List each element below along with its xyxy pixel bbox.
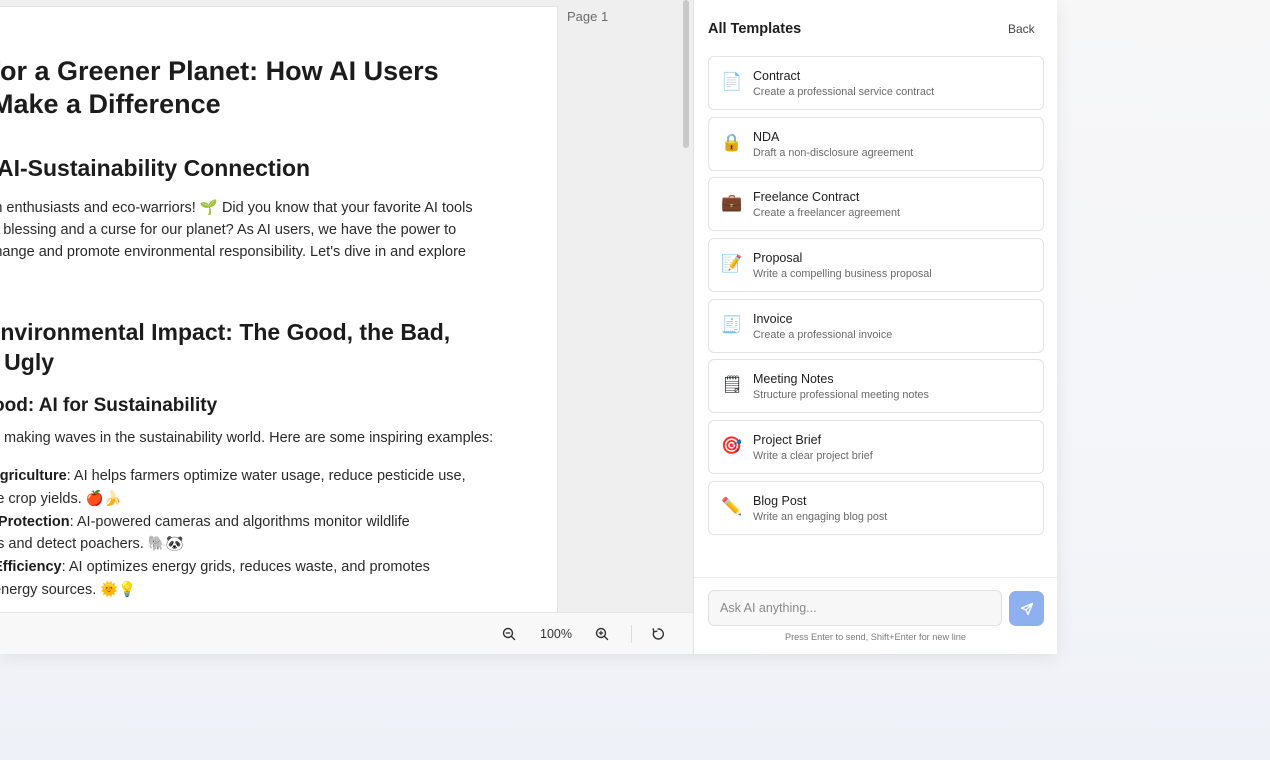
template-description: Write an engaging blog post [753, 510, 888, 523]
desktop-background: for a Greener Planet: How AI Users Make … [0, 0, 1270, 760]
template-description: Structure professional meeting notes [753, 389, 929, 402]
template-card-nda[interactable]: 🔒 NDA Draft a non-disclosure agreement [708, 116, 1044, 171]
example-list: t Agriculture: AI helps farmers optimize… [0, 465, 521, 602]
templates-panel: All Templates Back 📄 Contract Create a pro… [694, 0, 1057, 654]
document-title: for a Greener Planet: How AI Users Make … [0, 56, 439, 119]
section-heading: Environmental Impact: The Good, the Bad,… [0, 319, 451, 375]
template-card-proposal[interactable]: 📝 Proposal Write a compelling business pro… [708, 238, 1044, 293]
back-button[interactable]: Back [1008, 22, 1035, 36]
target-icon: 🎯 [721, 436, 743, 457]
rotate-icon [652, 628, 664, 640]
scrollbar-thumb[interactable] [683, 0, 689, 148]
vertical-scrollbar[interactable] [680, 0, 692, 612]
list-item-term: y Efficiency [0, 559, 62, 576]
bottom-toolbar: 100% [0, 612, 695, 654]
paragraph-line: tech enthusiasts and eco-warriors! 🌱 Did… [0, 200, 473, 216]
list-item: ons and detect poachers. 🐘🐼 [0, 533, 521, 556]
template-description: Draft a non-disclosure agreement [753, 146, 914, 159]
subsection-intro: making waves in the sustainability world… [4, 430, 494, 446]
ask-ai-input[interactable] [708, 590, 1002, 626]
template-description: Create a professional invoice [753, 328, 893, 341]
list-item-text: : AI helps farmers optimize water usage,… [66, 468, 466, 484]
template-name: Project Brief [753, 433, 822, 448]
list-item: ove crop yields. 🍎🍌 [0, 488, 521, 511]
list-item: y Efficiency: AI optimizes energy grids,… [0, 556, 521, 579]
pencil-icon: ✏️ [721, 496, 743, 517]
intro-paragraph: tech enthusiasts and eco-warriors! 🌱 Did… [0, 197, 515, 263]
template-name: Meeting Notes [753, 372, 834, 387]
template-list: 📄 Contract Create a professional service c… [708, 56, 1044, 542]
template-name: Blog Post [753, 493, 807, 508]
chat-hint: Press Enter to send, Shift+Enter for new… [784, 632, 967, 642]
paragraph-line: e change and promote environmental respo… [0, 244, 466, 260]
list-item-term: t Agriculture [0, 468, 67, 484]
briefcase-icon: 💼 [721, 193, 743, 214]
receipt-icon: 🧾 [721, 314, 743, 335]
template-name: Proposal [753, 251, 803, 266]
template-card-invoice[interactable]: 🧾 Invoice Create a professional invoice [708, 298, 1044, 353]
template-description: Create a professional service contract [753, 86, 935, 98]
document-page[interactable]: for a Greener Planet: How AI Users Make … [0, 6, 558, 626]
list-item-text: ons and detect poachers. 🐘🐼 [0, 536, 184, 553]
list-item-text: : AI optimizes energy grids, reduces was… [61, 559, 430, 576]
subsection-heading: ood: AI for Sustainability [0, 395, 218, 416]
editor-window: for a Greener Planet: How AI Users Make … [0, 0, 1057, 654]
toolbar-divider [631, 625, 632, 643]
zoom-in-button[interactable] [592, 624, 612, 644]
list-item-text: ove crop yields. 🍎🍌 [0, 490, 122, 507]
list-item: e energy sources. 🌞💡 [0, 579, 521, 602]
template-name: Contract [753, 69, 801, 83]
list-item: fe Protection: AI-powered cameras and al… [0, 511, 521, 534]
zoom-out-button[interactable] [499, 624, 519, 644]
lock-icon: 🔒 [721, 132, 743, 153]
template-description: Create a freelancer agreement [753, 207, 901, 220]
template-description: Write a compelling business proposal [753, 268, 932, 281]
template-description: Write a clear project brief [753, 450, 873, 463]
page-label: Page 1 [567, 9, 609, 24]
memo-icon: 📝 [721, 254, 743, 275]
chat-divider [694, 577, 1057, 578]
list-item-text: : AI-powered cameras and algorithms moni… [69, 513, 410, 530]
paragraph-line: th a blessing and a curse for our planet… [0, 222, 457, 238]
document-icon: 📄 [721, 72, 743, 92]
zoom-level: 100% [540, 627, 572, 641]
template-card-meeting-notes[interactable]: 🗒 Meeting Notes Structure professional mee… [708, 359, 1044, 414]
list-item: t Agriculture: AI helps farmers optimize… [0, 465, 521, 488]
template-card-freelance-contract[interactable]: 💼 Freelance Contract Create a freelancer a… [708, 177, 1044, 232]
zoom-in-icon [595, 627, 609, 641]
template-name: Invoice [753, 311, 793, 326]
document-canvas[interactable]: for a Greener Planet: How AI Users Make … [0, 0, 695, 626]
section-heading: AI-Sustainability Connection [0, 155, 311, 181]
rotate-button[interactable] [648, 624, 668, 644]
template-card-blog-post[interactable]: ✏️ Blog Post Write an engaging blog post [708, 480, 1044, 535]
send-icon [1020, 602, 1033, 615]
notepad-icon: 🗒 [721, 375, 743, 396]
send-button[interactable] [1009, 591, 1044, 626]
list-item-term: fe Protection [0, 513, 70, 530]
list-item-text: e energy sources. 🌞💡 [0, 581, 137, 598]
template-card-project-brief[interactable]: 🎯 Project Brief Write a clear project brie… [708, 420, 1044, 475]
template-name: Freelance Contract [753, 190, 860, 205]
zoom-out-icon [502, 627, 516, 641]
template-name: NDA [753, 129, 780, 144]
panel-title: All Templates [708, 21, 802, 37]
template-card-contract[interactable]: 📄 Contract Create a professional service c… [708, 56, 1044, 110]
